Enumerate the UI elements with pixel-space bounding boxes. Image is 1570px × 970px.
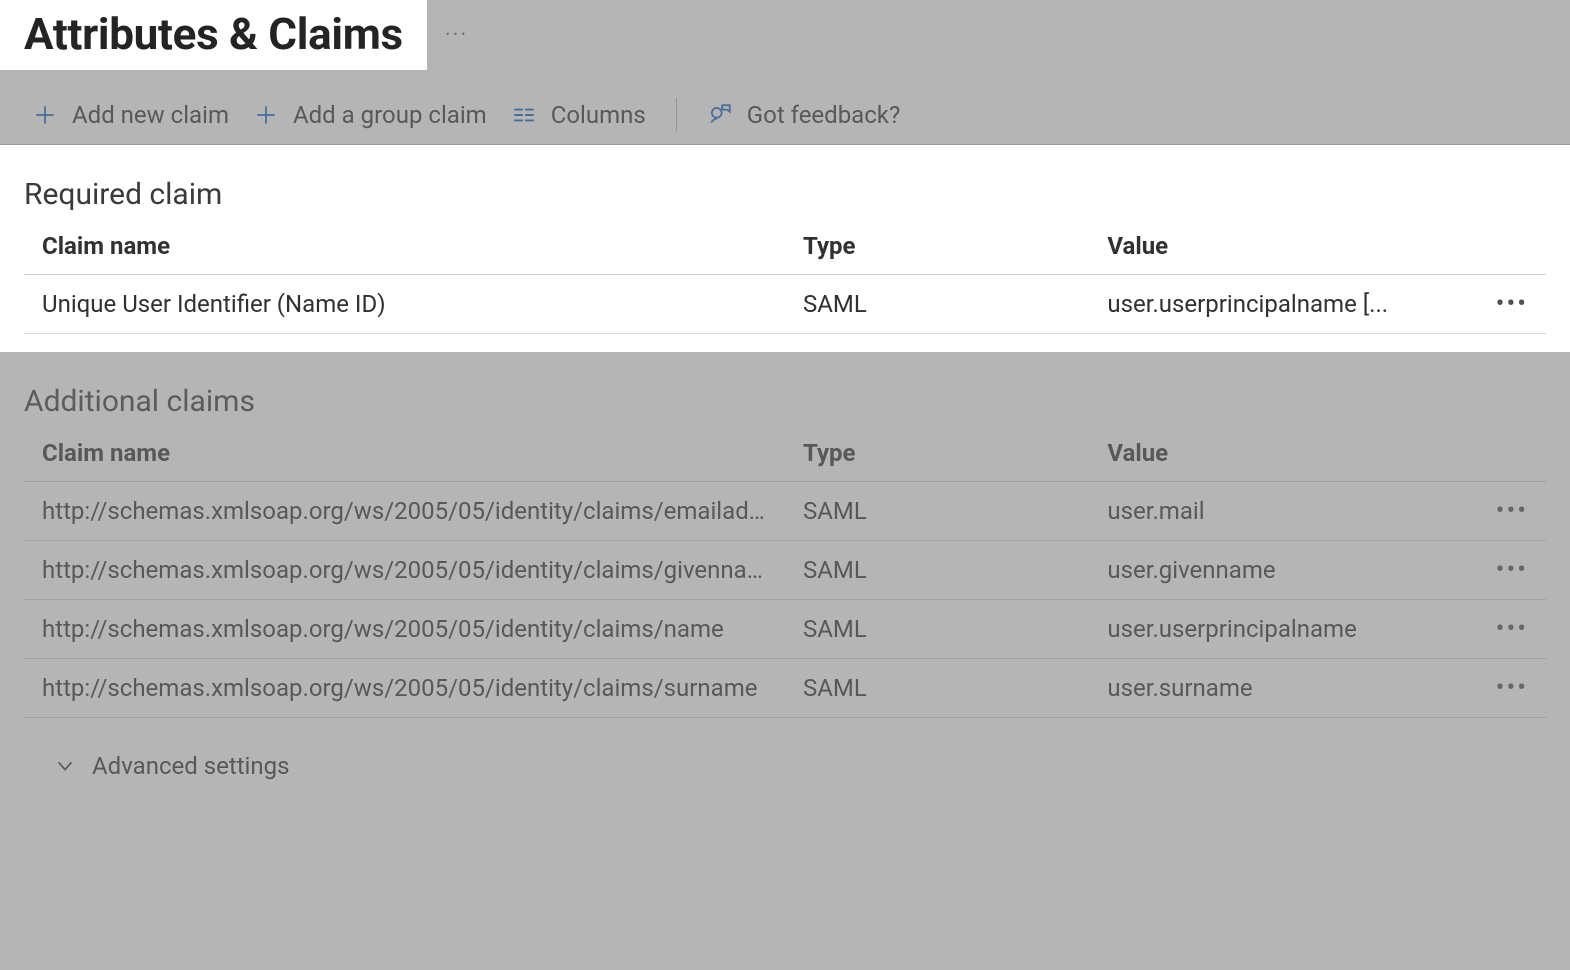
command-bar-divider [676,98,677,132]
col-actions [1455,222,1546,275]
cell-value: user.mail [1089,482,1454,541]
table-row[interactable]: http://schemas.xmlsoap.org/ws/2005/05/id… [24,482,1546,541]
required-claim-title: Required claim [24,177,1546,212]
cell-claim-name: http://schemas.xmlsoap.org/ws/2005/05/id… [24,541,785,600]
additional-claims-title: Additional claims [24,384,1546,419]
plus-icon [253,102,279,128]
columns-button[interactable]: Columns [511,101,646,129]
advanced-settings-label: Advanced settings [92,752,290,780]
cell-claim-name: http://schemas.xmlsoap.org/ws/2005/05/id… [24,600,785,659]
col-type[interactable]: Type [785,429,1089,482]
required-claim-table: Claim name Type Value Unique User Identi… [24,222,1546,334]
table-row[interactable]: http://schemas.xmlsoap.org/ws/2005/05/id… [24,541,1546,600]
command-bar: Add new claim Add a group claim Columns [0,70,1570,145]
col-value[interactable]: Value [1089,429,1454,482]
columns-label: Columns [551,101,646,129]
col-value[interactable]: Value [1089,222,1454,275]
additional-claims-table: Claim name Type Value http://schemas.xml… [24,429,1546,718]
cell-claim-name: http://schemas.xmlsoap.org/ws/2005/05/id… [24,482,785,541]
cell-type: SAML [785,659,1089,718]
cell-value: user.givenname [1089,541,1454,600]
plus-icon [32,102,58,128]
add-new-claim-label: Add new claim [72,101,229,129]
page-title-box: Attributes & Claims [0,0,427,70]
cell-type: SAML [785,482,1089,541]
row-more-icon[interactable]: ••• [1496,289,1528,319]
feedback-label: Got feedback? [747,101,901,129]
cell-value: user.userprincipalname [1089,600,1454,659]
required-claim-section: Required claim Claim name Type Value Uni… [0,145,1570,352]
additional-claims-section: Additional claims Claim name Type Value … [0,352,1570,780]
cell-claim-name: Unique User Identifier (Name ID) [24,275,785,334]
cell-type: SAML [785,600,1089,659]
row-more-icon[interactable]: ••• [1496,614,1528,644]
title-more-button[interactable]: ··· [445,23,468,48]
page-title: Attributes & Claims [24,8,403,60]
col-claim-name[interactable]: Claim name [24,429,785,482]
row-more-icon[interactable]: ••• [1496,555,1528,585]
advanced-settings-toggle[interactable]: Advanced settings [24,718,1546,780]
col-actions [1455,429,1546,482]
chevron-down-icon [54,755,76,777]
feedback-button[interactable]: Got feedback? [707,101,901,129]
row-more-icon[interactable]: ••• [1496,673,1528,703]
cell-value: user.surname [1089,659,1454,718]
table-row[interactable]: http://schemas.xmlsoap.org/ws/2005/05/id… [24,659,1546,718]
table-row[interactable]: http://schemas.xmlsoap.org/ws/2005/05/id… [24,600,1546,659]
cell-value: user.userprincipalname [... [1089,275,1454,334]
row-more-icon[interactable]: ••• [1496,496,1528,526]
add-new-claim-button[interactable]: Add new claim [32,101,229,129]
cell-type: SAML [785,275,1089,334]
add-group-claim-button[interactable]: Add a group claim [253,101,487,129]
cell-claim-name: http://schemas.xmlsoap.org/ws/2005/05/id… [24,659,785,718]
col-claim-name[interactable]: Claim name [24,222,785,275]
table-row[interactable]: Unique User Identifier (Name ID) SAML us… [24,275,1546,334]
add-group-claim-label: Add a group claim [293,101,487,129]
feedback-icon [707,102,733,128]
columns-icon [511,102,537,128]
col-type[interactable]: Type [785,222,1089,275]
cell-type: SAML [785,541,1089,600]
